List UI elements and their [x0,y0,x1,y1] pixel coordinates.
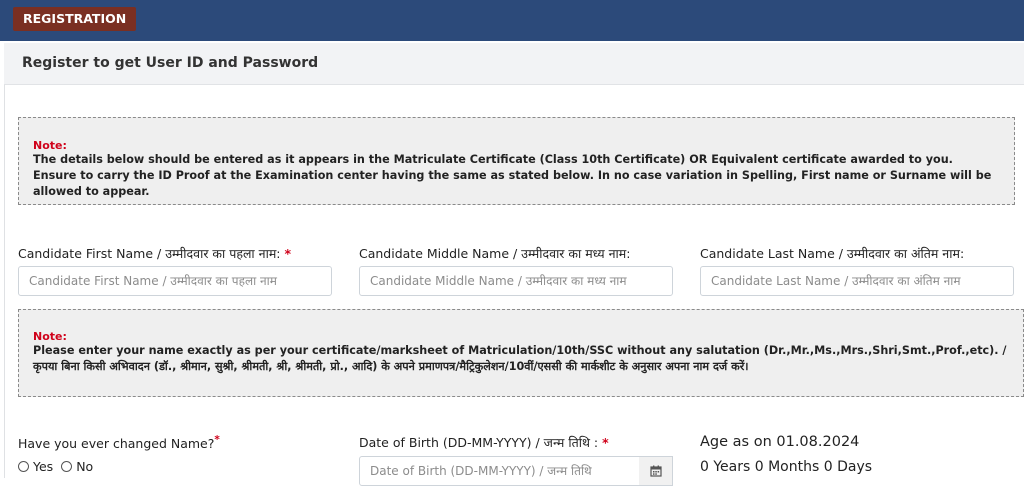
dob-label: Date of Birth (DD-MM-YYYY) / जन्म तिथि :… [359,435,609,450]
calendar-icon [649,465,662,477]
note-2-text: Please enter your name exactly as per yo… [33,344,1007,373]
required-star: * [284,246,292,261]
panel-title: Register to get User ID and Password [22,55,319,71]
last-name-label: Candidate Last Name / उम्मीदवार का अंतिम… [700,246,965,261]
changed-name-label: Have you ever changed Name?* [18,434,220,452]
note-box-1: Note: The details below should be entere… [18,117,1015,205]
note-2-label: Note: [33,330,67,343]
age-value: 0 Years 0 Months 0 Days [700,459,873,475]
note-box-2: Note: Please enter your name exactly as … [18,309,1024,397]
required-star: * [214,434,220,446]
radio-yes-label: Yes [33,459,54,474]
note-1-label: Note: [33,139,67,152]
last-name-input[interactable]: Candidate Last Name / उम्मीदवार का अंतिम… [700,266,1014,296]
dob-input[interactable]: Date of Birth (DD-MM-YYYY) / जन्म तिथि [359,456,640,486]
first-name-input[interactable]: Candidate First Name / उम्मीदवार का पहला… [18,266,332,296]
first-name-label: Candidate First Name / उम्मीदवार का पहला… [18,246,292,261]
changed-name-options: Yes No [18,459,93,474]
radio-yes[interactable] [18,461,29,472]
panel-header: Register to get User ID and Password [4,43,1024,85]
registration-badge: REGISTRATION [13,7,137,31]
middle-name-label: Candidate Middle Name / उम्मीदवार का मध्… [359,246,631,261]
panel-border [4,43,5,478]
age-title: Age as on 01.08.2024 [700,434,860,450]
required-star: * [602,435,609,450]
top-bar: REGISTRATION [0,0,1024,41]
radio-no[interactable] [61,461,73,472]
middle-name-input[interactable]: Candidate Middle Name / उम्मीदवार का मध्… [359,266,673,296]
note-1-text: The details below should be entered as i… [33,153,992,198]
calendar-button[interactable] [639,456,673,486]
radio-no-label: No [76,459,94,474]
